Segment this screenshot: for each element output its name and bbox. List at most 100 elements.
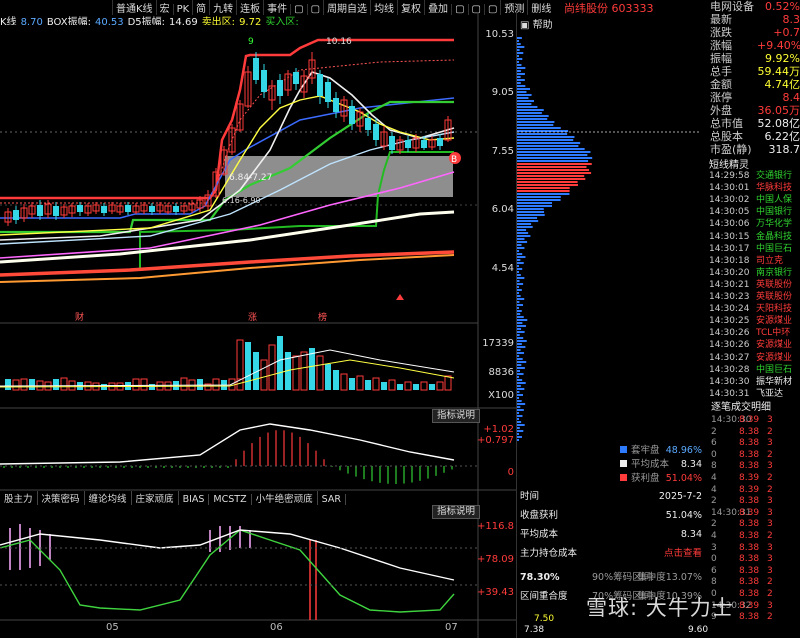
volume-bar <box>5 379 11 390</box>
volume-bar <box>325 364 331 390</box>
chip-bar <box>517 91 526 93</box>
candle-body <box>349 106 355 124</box>
tick-row: 2 8.38 3 <box>711 496 800 507</box>
tick-row: 4 8.39 2 <box>711 485 800 496</box>
news-row[interactable]: 14:30:02 中国人保 <box>709 194 800 206</box>
legend-value: 51.04% <box>666 472 702 486</box>
indicator-tab[interactable]: 股主力 <box>0 491 38 505</box>
news-row[interactable]: 14:30:23 英联股份 <box>709 291 800 303</box>
date-axis: 05 06 07 <box>0 622 478 638</box>
news-row[interactable]: 14:30:05 中国银行 <box>709 206 800 218</box>
candle-body <box>365 118 371 130</box>
long-ma-red <box>0 252 454 275</box>
news-row[interactable]: 14:30:21 英联股份 <box>709 279 800 291</box>
news-stock: 英联股份 <box>756 279 792 291</box>
indicator-tab[interactable]: 决策密码 <box>38 491 85 505</box>
volume-bar <box>429 384 435 390</box>
legend-value: 8.34 <box>681 458 702 472</box>
news-stock: 中国巨石 <box>756 364 792 376</box>
news-row[interactable]: 14:30:30 振华新材 <box>709 376 800 388</box>
news-time: 14:30:01 <box>709 183 749 193</box>
chip-bar <box>517 169 589 171</box>
kline-chart[interactable]: 10.16 6.84-7.27 6.16-6.90 9 B 财 涨 榜 <box>0 12 516 638</box>
news-row[interactable]: 14:30:26 安源煤业 <box>709 339 800 351</box>
news-row[interactable]: 14:30:27 安源煤业 <box>709 352 800 364</box>
price-tick: 6.04 <box>492 204 514 215</box>
news-row[interactable]: 14:30:24 天阳科技 <box>709 303 800 315</box>
news-row[interactable]: 14:30:26 TCL中环 <box>709 327 800 339</box>
chip-bar <box>517 322 522 324</box>
volume-bar <box>13 380 19 390</box>
tick-row: 2 8.38 2 <box>711 427 800 438</box>
chip-bar <box>517 58 522 60</box>
quote-value: 4.74亿 <box>757 78 800 91</box>
chip-bar <box>517 283 523 285</box>
indicator-tab[interactable]: 小牛绝密顽底 <box>252 491 318 505</box>
quote-label: 金额 <box>710 78 732 91</box>
tick-qty: 3 <box>767 543 773 554</box>
news-row[interactable]: 14:30:20 南京银行 <box>709 267 800 279</box>
price-axis: 10.53 9.05 7.55 6.04 4.54 17339 8836 X10… <box>478 12 516 638</box>
chip-bar <box>517 127 561 129</box>
indicator-help-button[interactable]: 指标说明 <box>432 409 480 423</box>
chip-bar <box>517 409 524 411</box>
news-time: 14:30:23 <box>709 292 749 302</box>
indicator-tabs[interactable]: 股主力 决策密码 缠论均线 庄家顽底 BIAS MCSTZ 小牛绝密顽底 SAR <box>0 491 420 504</box>
news-row[interactable]: 14:30:17 中国巨石 <box>709 243 800 255</box>
candle-body <box>13 210 19 220</box>
tick-qty: 2 <box>767 531 773 542</box>
news-row[interactable]: 14:30:01 华脉科技 <box>709 182 800 194</box>
tick-row: 6 8.38 3 <box>711 566 800 577</box>
volume-bar <box>29 379 35 390</box>
tick-qty: 2 <box>767 485 773 496</box>
tick-row: 4 8.39 2 <box>711 473 800 484</box>
indicator-tick: +78.09 <box>477 554 514 565</box>
tick-qty: 2 <box>767 427 773 438</box>
indicator-tab[interactable]: SAR <box>318 494 346 505</box>
news-row[interactable]: 14:30:15 金晶科技 <box>709 231 800 243</box>
indicator-tab[interactable]: 庄家顽底 <box>132 491 179 505</box>
candle-body <box>421 140 427 148</box>
quote-label: 振幅 <box>710 52 732 65</box>
chip-bar <box>517 193 569 195</box>
volume-tick: X100 <box>488 390 514 401</box>
news-row[interactable]: 14:30:31 飞亚达 <box>709 388 800 400</box>
chip-bar <box>517 232 528 234</box>
indicator-help-button[interactable]: 指标说明 <box>432 505 480 519</box>
news-stock: 南京银行 <box>756 267 792 279</box>
chip-bar <box>517 157 592 159</box>
volume-bar <box>213 379 219 390</box>
chip-bar <box>517 406 520 408</box>
indicator-tick: +0.797 <box>477 435 514 446</box>
news-row[interactable]: 14:30:06 万华化学 <box>709 218 800 230</box>
chip-bar <box>517 163 592 165</box>
tick-row: 14:30:30 8.39 3 <box>711 415 800 426</box>
chip-bar <box>517 391 519 393</box>
chip-bar <box>517 235 530 237</box>
news-row[interactable]: 14:30:18 司立克 <box>709 255 800 267</box>
chip-info-row[interactable]: 主力持仓成本 点击查看 <box>520 547 706 561</box>
chip-bar <box>517 214 545 216</box>
tick-price: 8.38 <box>739 496 759 507</box>
chip-bar <box>517 187 570 189</box>
short-line-news[interactable]: 短线精灵 14:29:58 交通银行 14:30:01 华脉科技 14:30:02 中国人保… <box>701 156 800 404</box>
tick-qty: 2 <box>767 589 773 600</box>
quote-label: 最新 <box>710 13 732 26</box>
chip-bar <box>517 424 525 426</box>
news-row[interactable]: 14:30:28 中国巨石 <box>709 364 800 376</box>
news-row[interactable]: 14:30:25 安源煤业 <box>709 315 800 327</box>
tick-time: 3 <box>711 543 717 553</box>
news-row[interactable]: 14:29:58 交通银行 <box>709 170 800 182</box>
indicator-tab[interactable]: BIAS <box>179 494 210 505</box>
quote-row: 总股本 6.22亿 <box>701 130 800 143</box>
indicator-tab[interactable]: 缠论均线 <box>85 491 132 505</box>
tick-price: 8.39 <box>739 473 759 484</box>
help-button[interactable]: ▣ 帮助 <box>520 16 553 31</box>
chip-bar <box>517 148 585 150</box>
quote-label: 涨幅 <box>710 39 732 52</box>
chip-price: 9.60 <box>688 623 708 637</box>
event-marker-bang: 榜 <box>318 311 327 323</box>
indicator-tab[interactable]: MCSTZ <box>209 494 251 505</box>
tick-row: 0 8.38 2 <box>711 450 800 461</box>
tick-price: 8.39 <box>739 485 759 496</box>
